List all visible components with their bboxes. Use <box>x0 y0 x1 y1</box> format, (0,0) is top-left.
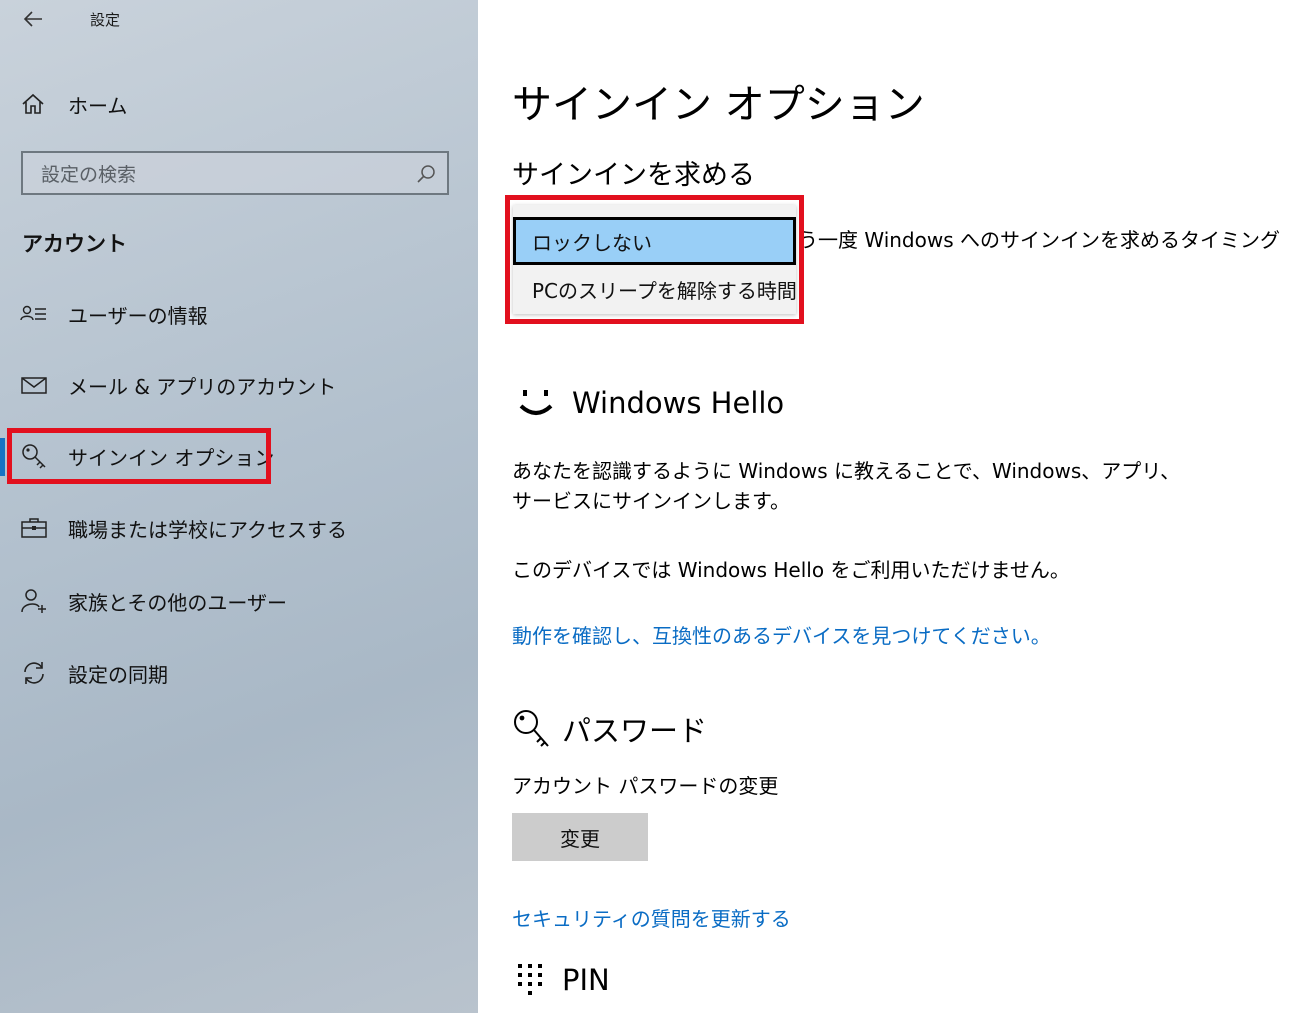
windows-hello-header: Windows Hello <box>516 380 784 426</box>
sidebar-item-label: ホーム <box>68 93 128 118</box>
require-signin-description: う一度 Windows へのサインインを求めるタイミング <box>798 228 1280 252</box>
sync-icon <box>24 662 44 684</box>
active-indicator <box>0 438 5 476</box>
sidebar-item-label: 職場または学校にアクセスする <box>68 517 347 542</box>
mail-icon <box>21 377 47 394</box>
require-signin-heading: サインインを求める <box>512 160 755 191</box>
sidebar-item-label: 家族とその他のユーザー <box>68 590 287 615</box>
search-icon[interactable] <box>415 163 437 185</box>
highlight-box-signin-options <box>7 428 271 484</box>
change-password-button[interactable]: 変更 <box>512 813 648 861</box>
pin-header: PIN <box>516 960 610 1000</box>
home-icon <box>22 93 44 114</box>
section-heading: アカウント <box>22 232 127 256</box>
sidebar: 設定 ホーム アカウント ユーザーの情報 メール & アプリのアカウント <box>0 0 478 1013</box>
sidebar-item-label: ユーザーの情報 <box>68 303 208 328</box>
main-content: サインイン オプション サインインを求める う一度 Windows へのサインイ… <box>478 0 1303 1013</box>
sidebar-item-mail-accounts[interactable]: メール & アプリのアカウント <box>20 367 336 403</box>
windows-hello-heading: Windows Hello <box>572 386 785 420</box>
pin-heading: PIN <box>562 963 610 997</box>
settings-search[interactable] <box>21 151 449 195</box>
sidebar-item-sync[interactable]: 設定の同期 <box>20 655 168 691</box>
briefcase-icon <box>21 518 47 538</box>
window-title: 設定 <box>90 11 121 29</box>
back-arrow-icon[interactable] <box>20 6 46 32</box>
sidebar-item-work-school[interactable]: 職場または学校にアクセスする <box>20 510 347 546</box>
compatible-devices-link[interactable]: 動作を確認し、互換性のあるデバイスを見つけてください。 <box>512 620 1051 649</box>
search-input[interactable] <box>39 161 403 189</box>
sidebar-item-family-users[interactable]: 家族とその他のユーザー <box>20 583 287 619</box>
keypad-icon <box>518 964 542 995</box>
password-change-label: アカウント パスワードの変更 <box>512 774 779 798</box>
password-header: パスワード <box>512 708 707 750</box>
sidebar-item-label: 設定の同期 <box>68 662 168 687</box>
smiley-icon <box>519 390 553 415</box>
user-info-icon <box>20 305 46 321</box>
key-icon <box>514 710 549 747</box>
sidebar-item-home[interactable]: ホーム <box>20 88 127 120</box>
page-title: サインイン オプション <box>512 82 925 128</box>
windows-hello-description: あなたを認識するように Windows に教えることで、Windows、アプリ、… <box>512 459 1181 513</box>
password-heading: パスワード <box>562 714 708 748</box>
windows-hello-unavailable: このデバイスでは Windows Hello をご利用いただけません。 <box>512 558 1070 582</box>
sidebar-item-user-info[interactable]: ユーザーの情報 <box>20 296 208 332</box>
add-person-icon <box>21 589 46 613</box>
security-questions-link[interactable]: セキュリティの質問を更新する <box>512 903 791 932</box>
highlight-box-dropdown <box>505 195 804 324</box>
sidebar-item-label: メール & アプリのアカウント <box>68 374 337 399</box>
